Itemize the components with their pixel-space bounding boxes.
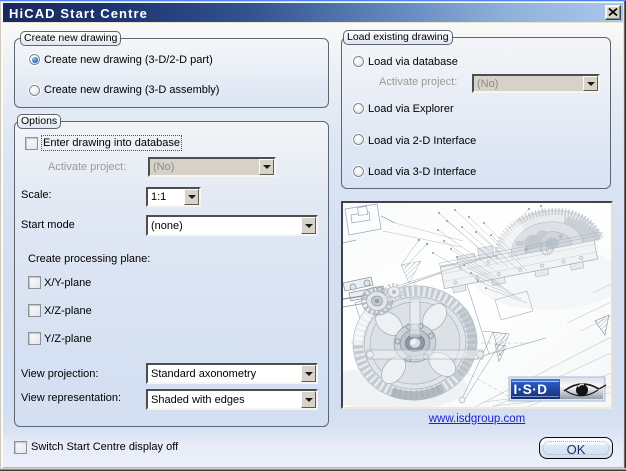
svg-text:I·S·D: I·S·D bbox=[514, 382, 548, 397]
